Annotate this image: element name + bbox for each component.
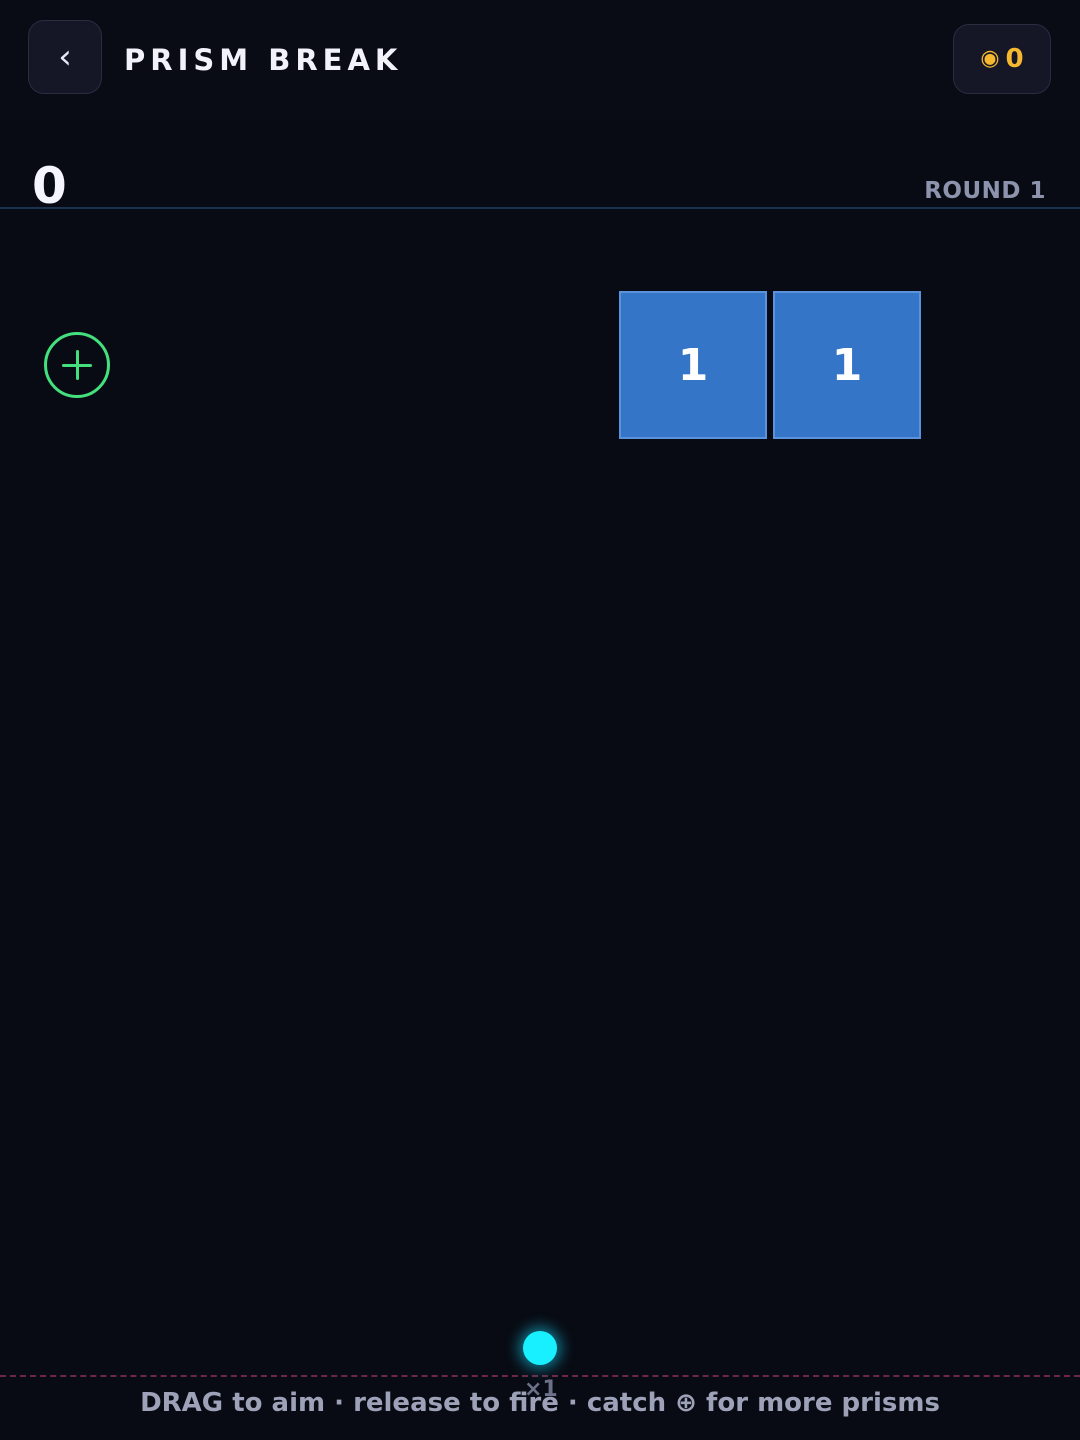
ball-count: ×1: [524, 1377, 558, 1402]
chevron-left-icon: ‹: [58, 37, 72, 77]
game-title: PRISM BREAK: [124, 43, 403, 77]
coin-count: 0: [1005, 44, 1024, 74]
coin-balance[interactable]: ◉ 0: [953, 24, 1051, 94]
launcher-ball[interactable]: [523, 1331, 557, 1365]
brick-block: 1: [773, 291, 921, 439]
top-bar: ‹ PRISM BREAK ◉ 0: [0, 0, 1080, 120]
brick-hit-count: 1: [677, 339, 709, 391]
coin-icon: ◉: [980, 46, 1000, 71]
brick-block: 1: [619, 291, 767, 439]
brick-hit-count: 1: [831, 339, 863, 391]
back-button[interactable]: ‹: [28, 20, 102, 94]
plus-circle-icon: [44, 332, 110, 398]
game-screen: ‹ PRISM BREAK ◉ 0 0 ROUND 1 1 1 DRAG to …: [0, 0, 1080, 1440]
round-label: ROUND 1: [924, 178, 1046, 204]
